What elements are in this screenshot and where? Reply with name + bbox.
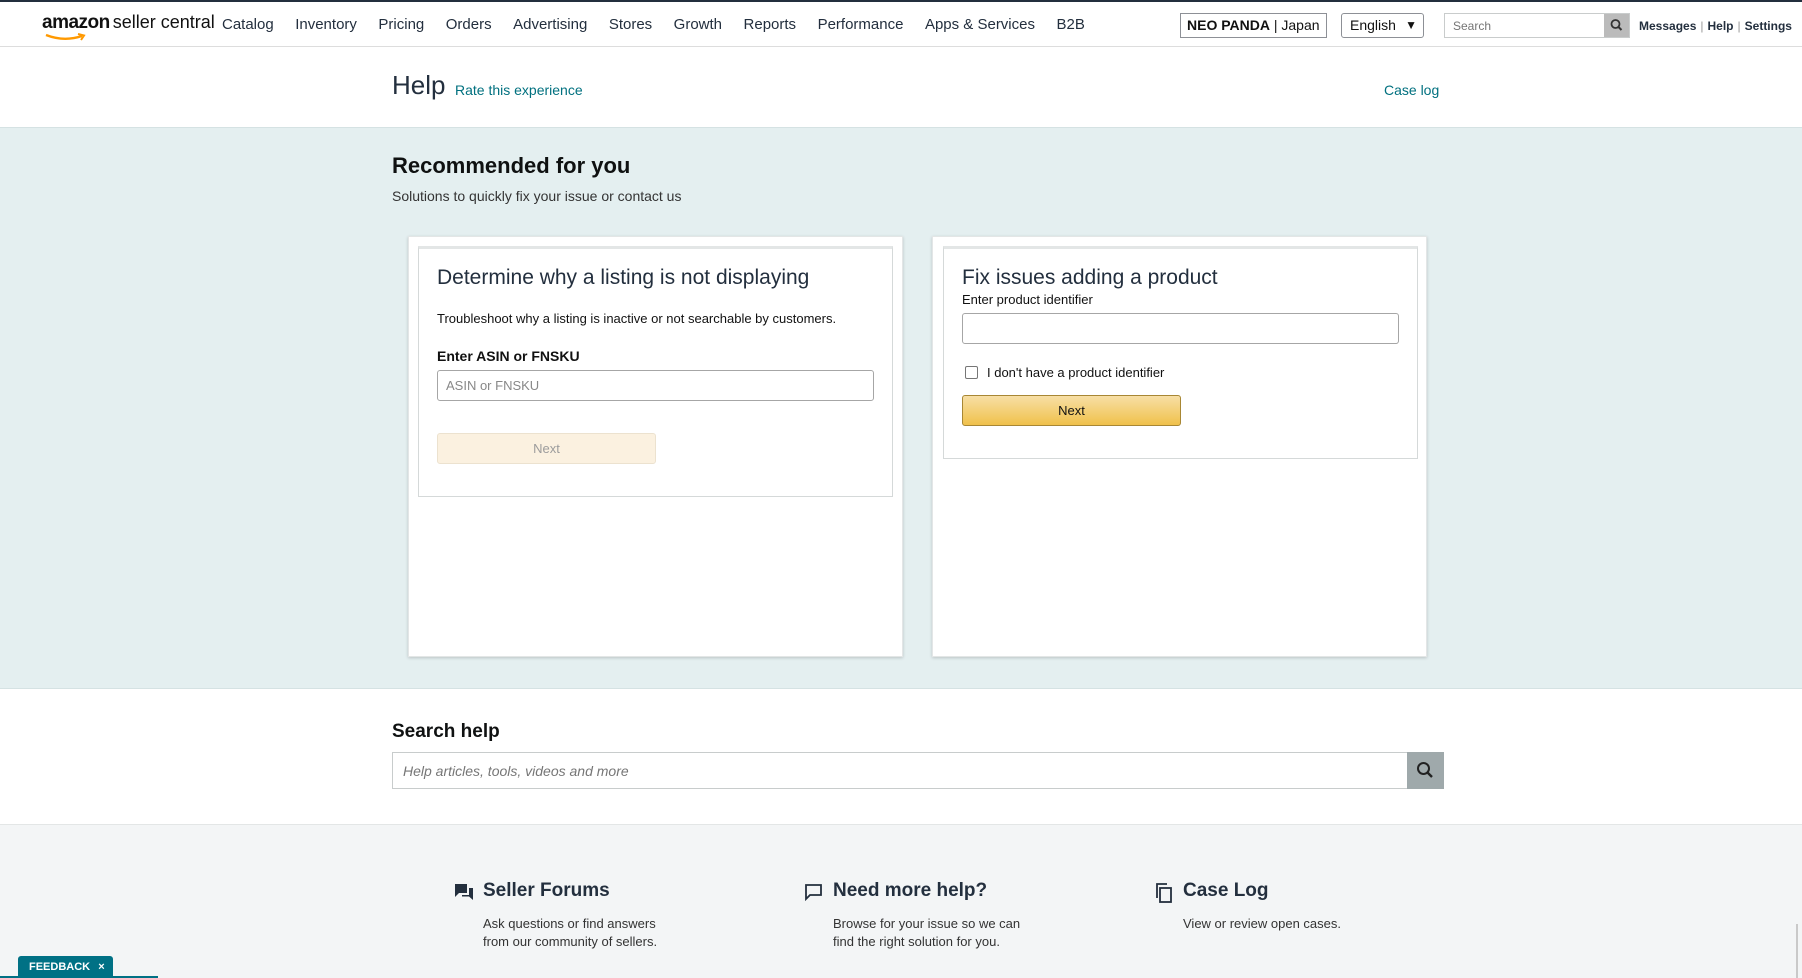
product-next-button[interactable]: Next <box>962 395 1181 426</box>
language-select[interactable]: English ▼ <box>1341 13 1424 38</box>
top-nav: amazon seller central Catalog Inventory P… <box>0 0 1802 47</box>
copy-icon <box>1156 883 1172 903</box>
nav-inventory[interactable]: Inventory <box>295 16 357 33</box>
rate-experience-link[interactable]: Rate this experience <box>455 82 583 98</box>
feedback-tab[interactable]: FEEDBACK × <box>18 956 113 978</box>
top-search-box <box>1444 13 1630 38</box>
utility-links: Messages | Help | Settings <box>1639 19 1792 33</box>
case-log-title[interactable]: Case Log <box>1183 880 1269 902</box>
logo-amazon-text: amazon <box>42 12 110 33</box>
recommended-title: Recommended for you <box>392 153 631 178</box>
store-name: NEO PANDA <box>1187 17 1270 33</box>
asin-input-label: Enter ASIN or FNSKU <box>437 348 580 364</box>
need-help-description: Browse for your issue so we can find the… <box>833 916 1021 949</box>
logo-product-text: seller central <box>112 12 215 32</box>
search-help-title: Search help <box>392 721 500 742</box>
nav-performance[interactable]: Performance <box>818 16 904 33</box>
search-icon <box>1417 762 1433 778</box>
amazon-seller-central-logo[interactable]: amazon seller central <box>42 12 215 41</box>
close-icon[interactable]: × <box>98 961 104 973</box>
search-icon <box>1610 19 1623 31</box>
nav-advertising[interactable]: Advertising <box>513 16 587 33</box>
need-help-title[interactable]: Need more help? <box>833 880 987 902</box>
nav-orders[interactable]: Orders <box>446 16 492 33</box>
case-log-description: View or review open cases. <box>1183 916 1342 931</box>
settings-link[interactable]: Settings <box>1745 19 1792 33</box>
nav-apps-services[interactable]: Apps & Services <box>925 16 1035 33</box>
product-identifier-label: Enter product identifier <box>962 292 1093 307</box>
chevron-down-icon: ▼ <box>1405 18 1417 32</box>
language-value: English <box>1350 17 1396 33</box>
listing-next-button[interactable]: Next <box>437 433 656 464</box>
product-card-title: Fix issues adding a product <box>962 266 1218 289</box>
forum-icon <box>455 884 473 900</box>
help-link[interactable]: Help <box>1708 19 1734 33</box>
scrollbar[interactable] <box>1796 924 1798 978</box>
no-identifier-checkbox[interactable] <box>965 366 978 379</box>
no-identifier-label[interactable]: I don't have a product identifier <box>987 365 1164 380</box>
search-help-button[interactable] <box>1407 752 1444 789</box>
recommended-subtitle: Solutions to quickly fix your issue or c… <box>392 188 682 204</box>
seller-forums-description: Ask questions or find answers from our c… <box>483 916 658 949</box>
product-identifier-input[interactable] <box>962 313 1399 344</box>
top-search-input[interactable] <box>1445 14 1607 37</box>
listing-card-title: Determine why a listing is not displayin… <box>437 266 810 289</box>
main-nav-links: Catalog Inventory Pricing Orders Adverti… <box>222 16 1106 33</box>
store-switcher[interactable]: NEO PANDA | Japan <box>1180 13 1327 38</box>
listing-card-description: Troubleshoot why a listing is inactive o… <box>437 311 837 326</box>
amazon-smile-icon <box>45 33 86 41</box>
page-title: Help <box>392 70 446 100</box>
nav-growth[interactable]: Growth <box>674 16 722 33</box>
nav-pricing[interactable]: Pricing <box>378 16 424 33</box>
seller-forums-title[interactable]: Seller Forums <box>483 880 610 902</box>
messages-link[interactable]: Messages <box>1639 19 1696 33</box>
nav-reports[interactable]: Reports <box>744 16 797 33</box>
chat-icon <box>805 884 822 901</box>
case-log-link[interactable]: Case log <box>1384 82 1439 98</box>
nav-catalog[interactable]: Catalog <box>222 16 274 33</box>
top-search-button[interactable] <box>1604 14 1629 37</box>
search-help-input[interactable] <box>392 752 1407 789</box>
asin-input[interactable] <box>437 370 874 401</box>
nav-stores[interactable]: Stores <box>609 16 652 33</box>
nav-b2b[interactable]: B2B <box>1056 16 1084 33</box>
store-region: Japan <box>1281 17 1320 33</box>
feedback-label: FEEDBACK <box>29 961 91 973</box>
